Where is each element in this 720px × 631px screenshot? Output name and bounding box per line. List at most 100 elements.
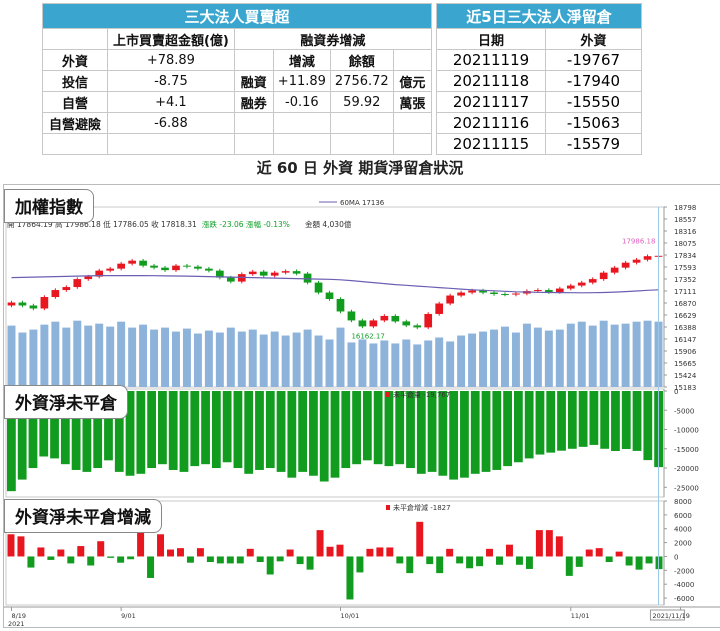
oi-change-bar — [615, 551, 623, 557]
oi-change-bar — [336, 544, 344, 557]
oi-bar — [158, 391, 167, 465]
y-tick-label: 16629 — [674, 312, 696, 320]
oi-change-bar — [87, 556, 95, 566]
y-tick-label: 17834 — [674, 252, 697, 260]
candle-body — [424, 313, 433, 328]
oi-date: 20211119 — [436, 49, 546, 71]
oi-bar — [276, 391, 286, 472]
volume-bar — [139, 324, 148, 387]
oi-change-bar — [7, 534, 15, 557]
col-balance-header: 餘額 — [329, 49, 394, 71]
oi-bar — [416, 391, 426, 474]
candle-body — [643, 256, 652, 260]
panel-title-oi-change: 外資淨未平倉增減 — [4, 499, 162, 533]
margin-unit: 萬張 — [392, 91, 433, 113]
candle-body — [226, 277, 235, 282]
candle-body — [106, 268, 115, 271]
y-tick-label: 17593 — [674, 264, 696, 272]
oi-bar — [265, 391, 275, 469]
y-tick-label: 18075 — [674, 240, 696, 248]
candle-body — [413, 325, 422, 328]
oi-change-bar — [486, 548, 494, 557]
volume-bar — [643, 320, 652, 387]
y-tick-label: 16147 — [674, 336, 696, 344]
oi-value: -15063 — [545, 112, 642, 134]
y-tick-label: 17111 — [674, 288, 696, 296]
volume-bar — [457, 335, 466, 387]
oi-change-bar — [585, 549, 593, 557]
y-tick-label: 16870 — [674, 300, 696, 308]
y-tick-label: 0 — [674, 388, 678, 396]
volume-bar — [84, 325, 93, 387]
row-name: 外資 — [41, 49, 109, 71]
oi-bar — [557, 391, 566, 451]
volume-bar — [237, 331, 246, 387]
volume-bar — [435, 337, 444, 387]
candle-body — [259, 271, 268, 276]
oi-change-bar — [67, 556, 75, 564]
oi-change-bar — [27, 556, 35, 568]
oi-bar — [319, 391, 329, 482]
volume-bar — [621, 323, 630, 387]
col-margin-header: 融資券增減 — [233, 28, 433, 50]
volume-bar — [413, 344, 422, 387]
volume-bar — [106, 326, 115, 387]
chart-caption: 近 60 日 外資 期貨淨留倉狀況 — [256, 159, 464, 177]
volume-bar — [369, 343, 378, 387]
y-tick-label: 0 — [674, 553, 678, 561]
oi-bar — [222, 391, 232, 463]
volume-bar — [270, 331, 279, 387]
candle-body — [621, 262, 630, 268]
oi-date: 20211118 — [436, 70, 546, 92]
change-info: 漲跌 -23.06 漲幅 -0.13% — [202, 219, 290, 229]
oi-bar — [535, 391, 545, 455]
volume-bar — [18, 332, 27, 387]
candle-body — [40, 297, 49, 309]
candle-body — [303, 273, 312, 283]
row-name: 投信 — [41, 70, 109, 92]
oi-change-bar — [346, 556, 354, 600]
oi-bar — [341, 391, 351, 469]
y-tick-label: 18316 — [674, 228, 697, 236]
oi-bar — [621, 391, 631, 450]
row-value: +78.89 — [107, 49, 235, 71]
oi-change-bar — [147, 556, 155, 578]
oi-change-bar — [167, 549, 174, 557]
oi-bar — [449, 391, 459, 480]
five-day-net-oi-table: 近5日三大法人淨留倉 日期 外資 20211119 -19767 20211118… — [436, 3, 642, 155]
oi-change-bar — [117, 556, 125, 563]
volume-bar — [402, 339, 411, 387]
oi-change-bar — [276, 556, 284, 562]
oi-change-bar — [575, 556, 583, 567]
oi-value: -17940 — [545, 70, 642, 92]
row-value: -8.75 — [107, 70, 235, 92]
y-tick-label: -10000 — [674, 427, 699, 435]
volume-bar — [588, 325, 597, 387]
oi-bar — [460, 391, 469, 478]
oi-change-bar — [97, 541, 105, 557]
oi-bar — [362, 391, 372, 461]
table1-title: 三大法人買賣超 — [42, 3, 432, 29]
candle-body — [117, 263, 125, 269]
volume-bar — [117, 321, 126, 387]
candle-body — [501, 294, 509, 296]
oi-bar — [406, 391, 415, 469]
y-tick-label: -4000 — [674, 581, 694, 589]
volume-bar — [555, 329, 564, 387]
candle-body — [161, 267, 169, 271]
candle-body — [490, 292, 498, 295]
candle-body — [62, 287, 71, 291]
volume-bar — [51, 321, 60, 387]
oi-bar — [168, 391, 178, 470]
oi-change-bar — [555, 536, 563, 557]
oi-bar — [233, 391, 243, 469]
row-name: 自營避險 — [41, 112, 109, 134]
candle-body — [402, 321, 411, 326]
candle-body — [380, 315, 389, 321]
oi-change-bar — [246, 548, 254, 557]
y-tick-label: 18798 — [674, 204, 696, 212]
candle-body — [270, 272, 279, 276]
margin-balance: 59.92 — [329, 91, 394, 113]
candle-body — [545, 290, 553, 293]
volume-bar — [522, 323, 531, 387]
